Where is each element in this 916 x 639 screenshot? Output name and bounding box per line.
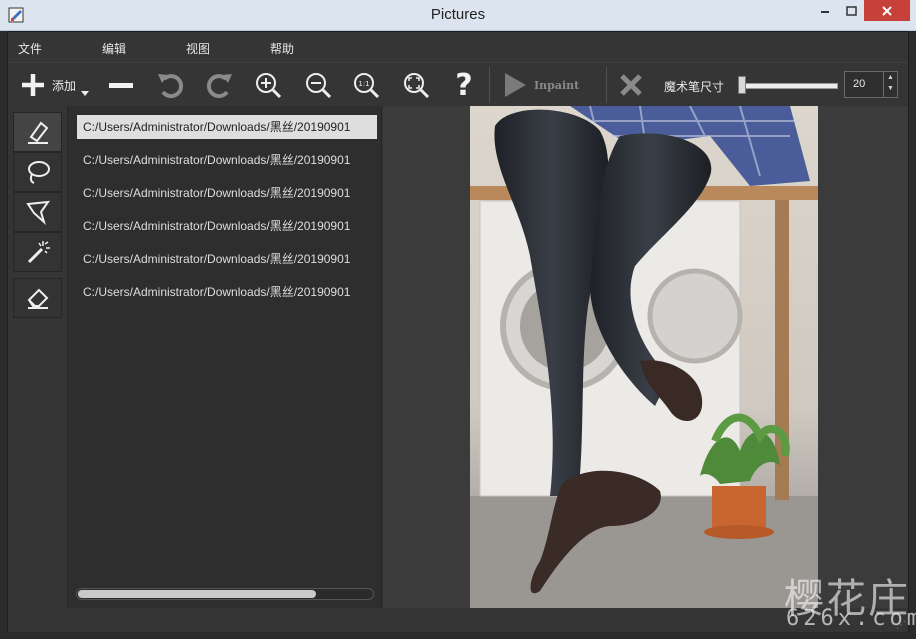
- title-bar: Pictures: [0, 0, 916, 31]
- toolbar-separator: [606, 67, 607, 103]
- polygon-lasso-icon: [25, 200, 50, 225]
- minimize-icon: [821, 10, 829, 13]
- zoom-fit-button[interactable]: [400, 63, 432, 107]
- tool-lasso[interactable]: [13, 152, 62, 192]
- file-list-item[interactable]: C:/Users/Administrator/Downloads/黑丝/2019…: [77, 115, 377, 139]
- file-list: C:/Users/Administrator/Downloads/黑丝/2019…: [68, 106, 382, 608]
- zoom-out-button[interactable]: [302, 63, 334, 107]
- zoom-fit-icon: [404, 73, 430, 99]
- brush-size-spinbox[interactable]: 20 ▲ ▼: [844, 71, 898, 98]
- preview-image[interactable]: [470, 106, 818, 608]
- zoom-in-icon: [256, 73, 282, 99]
- minus-icon: [109, 83, 133, 88]
- add-label: 添加: [52, 78, 77, 93]
- minimize-button[interactable]: [812, 0, 838, 21]
- close-icon: [882, 5, 892, 16]
- add-button[interactable]: 添加: [20, 63, 98, 107]
- inpaint-button[interactable]: Inpaint: [502, 63, 598, 107]
- menu-help[interactable]: 帮助: [270, 40, 294, 57]
- brush-size-slider-handle[interactable]: [738, 76, 746, 94]
- magic-wand-icon: [27, 241, 50, 264]
- spin-arrows: ▲ ▼: [883, 72, 897, 97]
- menu-edit[interactable]: 编辑: [102, 40, 126, 57]
- tool-polygon-lasso[interactable]: [13, 192, 62, 232]
- menu-bar: 文件 编辑 视图 帮助: [8, 32, 908, 62]
- file-list-item[interactable]: C:/Users/Administrator/Downloads/黑丝/2019…: [77, 247, 377, 271]
- close-x-icon: [620, 74, 642, 96]
- zoom-actual-button[interactable]: 1:1: [350, 63, 382, 107]
- plus-icon: [22, 74, 44, 96]
- tool-magic-wand[interactable]: [13, 232, 62, 272]
- marker-icon: [27, 121, 48, 144]
- help-button[interactable]: ?: [450, 63, 478, 107]
- help-icon: ?: [455, 70, 472, 100]
- status-bar: [8, 608, 908, 632]
- file-list-item[interactable]: C:/Users/Administrator/Downloads/黑丝/2019…: [77, 214, 377, 238]
- spin-down-icon[interactable]: ▼: [887, 85, 894, 92]
- remove-button[interactable]: [106, 63, 136, 107]
- clear-button[interactable]: [616, 63, 646, 107]
- dropdown-arrow-icon[interactable]: [80, 88, 90, 98]
- redo-icon: [206, 74, 232, 99]
- file-list-scrollbar[interactable]: [76, 588, 374, 600]
- svg-text:?: ?: [455, 70, 472, 100]
- tool-marker[interactable]: [13, 112, 62, 152]
- toolbar-separator: [489, 67, 490, 103]
- eraser-icon: [27, 288, 48, 309]
- scrollbar-thumb[interactable]: [78, 590, 316, 598]
- play-icon: [505, 73, 526, 97]
- inpaint-label: Inpaint: [534, 78, 580, 92]
- zoom-in-button[interactable]: [252, 63, 284, 107]
- lasso-icon: [27, 161, 50, 184]
- undo-icon: [158, 74, 184, 99]
- file-list-item[interactable]: C:/Users/Administrator/Downloads/黑丝/2019…: [77, 181, 377, 205]
- redo-button[interactable]: [204, 63, 236, 107]
- maximize-button[interactable]: [838, 0, 864, 21]
- tool-eraser[interactable]: [13, 278, 62, 318]
- undo-button[interactable]: [154, 63, 186, 107]
- brush-size-label: 魔术笔尺寸: [664, 80, 725, 94]
- file-list-item[interactable]: C:/Users/Administrator/Downloads/黑丝/2019…: [77, 148, 377, 172]
- close-button[interactable]: [864, 0, 910, 21]
- tool-panel: [8, 106, 68, 608]
- zoom-out-icon: [306, 73, 332, 99]
- window-title: Pictures: [430, 6, 486, 23]
- menu-view[interactable]: 视图: [186, 40, 210, 57]
- zoom-1to1-icon: 1:1: [354, 73, 380, 99]
- maximize-icon: [845, 5, 857, 16]
- brush-size-value[interactable]: 20: [853, 78, 865, 90]
- resize-grip-icon[interactable]: ⋰: [896, 620, 906, 631]
- file-list-item[interactable]: C:/Users/Administrator/Downloads/黑丝/2019…: [77, 280, 377, 304]
- svg-text:1:1: 1:1: [358, 80, 369, 88]
- menu-file[interactable]: 文件: [18, 40, 42, 57]
- spin-up-icon[interactable]: ▲: [887, 74, 894, 81]
- brush-size-slider[interactable]: [738, 83, 838, 89]
